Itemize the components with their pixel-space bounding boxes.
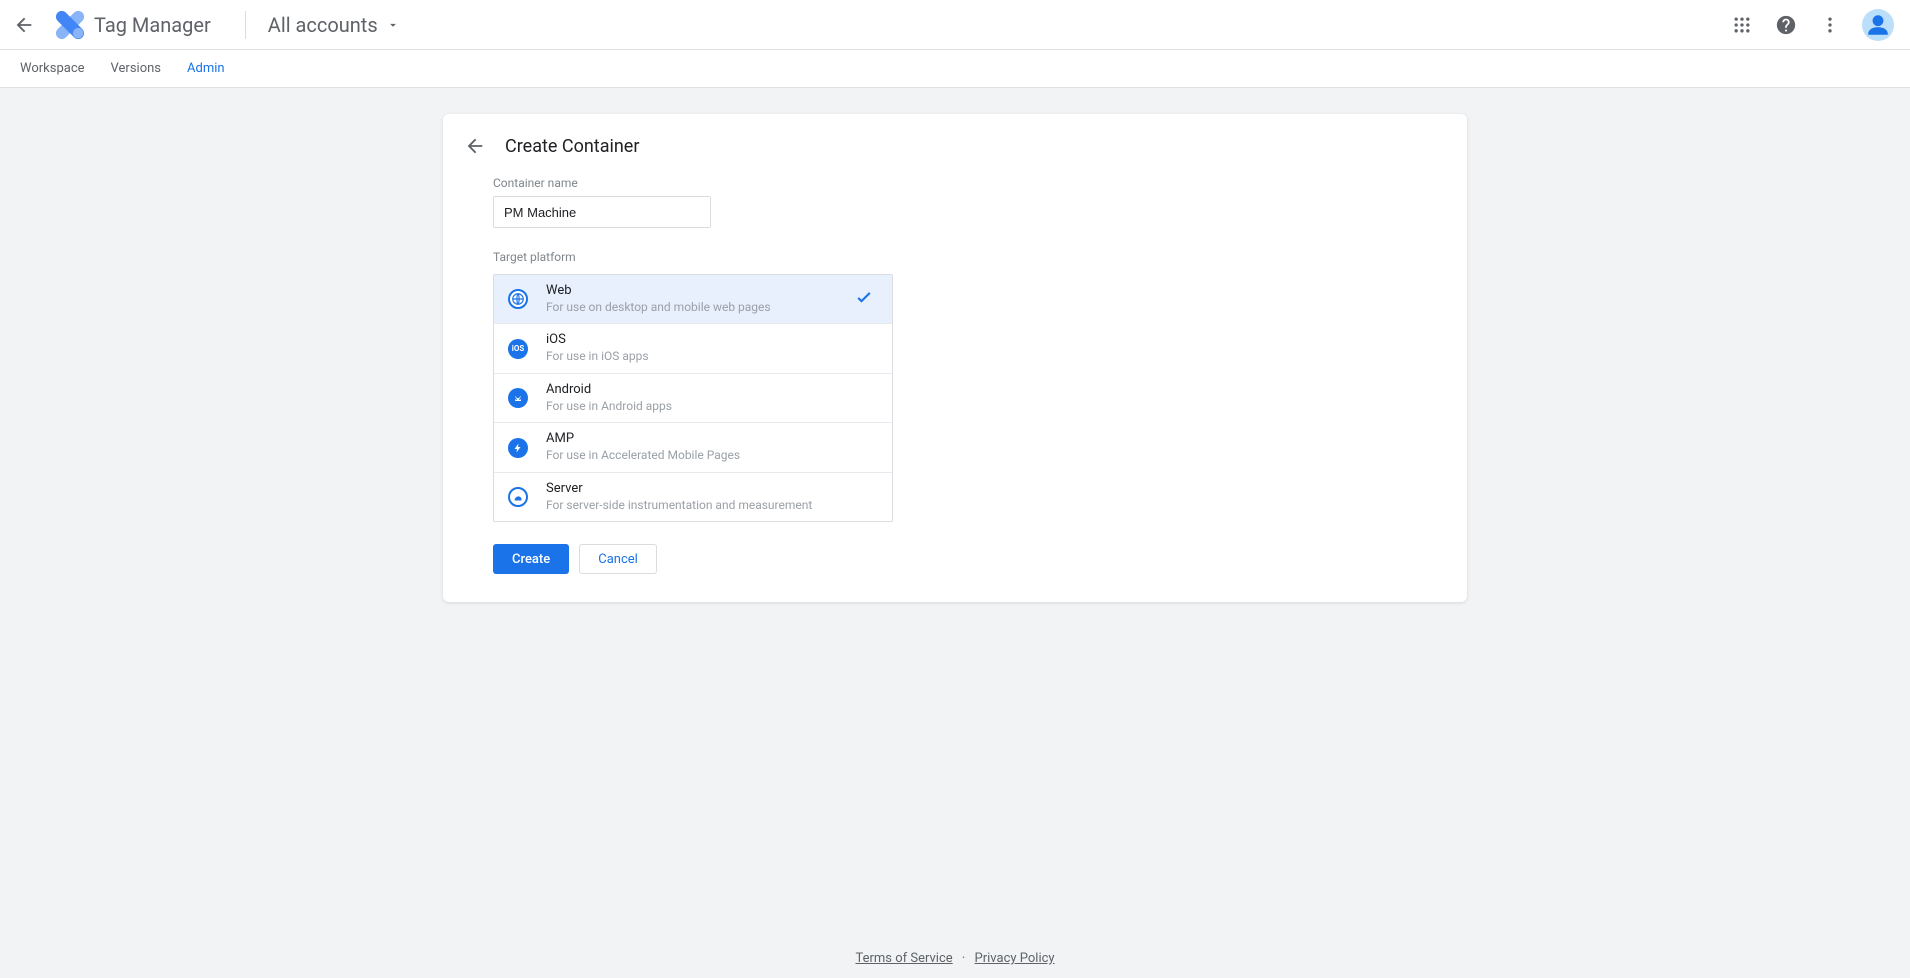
app-name: Tag Manager <box>94 13 211 37</box>
android-icon <box>508 388 528 408</box>
platform-option-web[interactable]: Web For use on desktop and mobile web pa… <box>494 275 892 324</box>
platform-name: Android <box>546 382 672 399</box>
cancel-button[interactable]: Cancel <box>579 544 657 574</box>
platform-option-android[interactable]: Android For use in Android apps <box>494 374 892 423</box>
container-name-input[interactable] <box>493 196 711 228</box>
help-icon[interactable] <box>1774 13 1798 37</box>
container-name-label: Container name <box>493 176 1417 190</box>
section-tabs: Workspace Versions Admin <box>0 50 1910 88</box>
platform-name: AMP <box>546 431 740 448</box>
apps-grid-icon[interactable] <box>1730 13 1754 37</box>
target-platform-label: Target platform <box>493 250 1417 264</box>
header-left: Tag Manager All accounts <box>12 11 400 39</box>
logo: Tag Manager <box>44 11 223 39</box>
ios-icon: iOS <box>508 339 528 359</box>
tab-admin[interactable]: Admin <box>187 50 225 87</box>
create-container-card: Create Container Container name Target p… <box>443 114 1467 602</box>
platform-list: Web For use on desktop and mobile web pa… <box>493 274 893 522</box>
tos-link[interactable]: Terms of Service <box>855 951 952 966</box>
user-avatar[interactable] <box>1862 9 1894 41</box>
accounts-switcher[interactable]: All accounts <box>268 13 400 37</box>
web-icon <box>508 289 528 309</box>
form: Container name Target platform Web For u… <box>443 176 1467 574</box>
platform-name: Server <box>546 481 812 498</box>
tag-manager-logo-icon <box>56 11 84 39</box>
chevron-down-icon <box>386 18 400 32</box>
app-header: Tag Manager All accounts <box>0 0 1910 50</box>
platform-option-amp[interactable]: AMP For use in Accelerated Mobile Pages <box>494 423 892 472</box>
page-body: Create Container Container name Target p… <box>0 88 1910 978</box>
platform-desc: For use on desktop and mobile web pages <box>546 300 771 316</box>
footer-separator: · <box>962 951 965 966</box>
platform-name: Web <box>546 283 771 300</box>
platform-option-ios[interactable]: iOS iOS For use in iOS apps <box>494 324 892 373</box>
back-arrow-icon[interactable] <box>12 13 36 37</box>
amp-icon <box>508 438 528 458</box>
platform-desc: For server-side instrumentation and meas… <box>546 498 812 514</box>
platform-desc: For use in Android apps <box>546 399 672 415</box>
card-back-icon[interactable] <box>463 134 487 158</box>
accounts-label: All accounts <box>268 13 378 37</box>
card-header: Create Container <box>443 128 1467 172</box>
check-icon <box>854 287 874 311</box>
more-vert-icon[interactable] <box>1818 13 1842 37</box>
platform-desc: For use in iOS apps <box>546 349 649 365</box>
tab-versions[interactable]: Versions <box>111 50 161 87</box>
server-icon <box>508 487 528 507</box>
footer: Terms of Service · Privacy Policy <box>0 951 1910 966</box>
privacy-link[interactable]: Privacy Policy <box>975 951 1055 966</box>
form-actions: Create Cancel <box>493 544 1417 574</box>
divider <box>245 11 246 39</box>
header-right <box>1730 9 1898 41</box>
platform-name: iOS <box>546 332 649 349</box>
create-button[interactable]: Create <box>493 544 569 574</box>
platform-desc: For use in Accelerated Mobile Pages <box>546 448 740 464</box>
card-title: Create Container <box>505 136 639 157</box>
tab-workspace[interactable]: Workspace <box>20 50 85 87</box>
platform-option-server[interactable]: Server For server-side instrumentation a… <box>494 473 892 521</box>
